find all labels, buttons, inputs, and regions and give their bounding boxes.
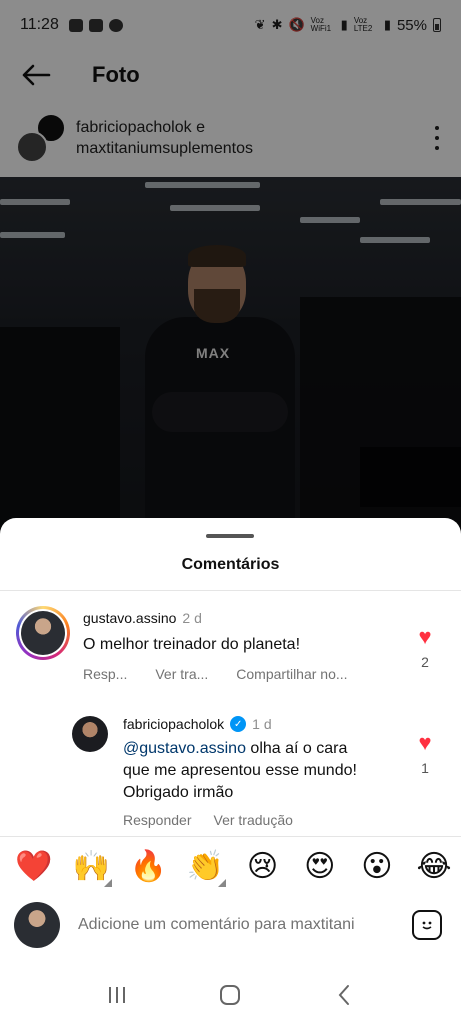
- reply-button[interactable]: Resp...: [83, 666, 127, 682]
- comment-text: @gustavo.assino olha aí o cara que me ap…: [123, 738, 423, 804]
- crying-face-emoji[interactable]: 😢: [243, 850, 283, 884]
- share-button[interactable]: Compartilhar no...: [236, 666, 347, 682]
- avatar: [14, 902, 60, 948]
- divider: [0, 836, 461, 837]
- comment-text-line: olha aí o cara: [245, 740, 348, 757]
- comment-text-line: Obrigado irmão: [123, 784, 234, 801]
- recent-apps-icon[interactable]: [97, 975, 137, 1015]
- comment-username[interactable]: fabriciopacholok: [123, 716, 224, 732]
- like-count: 1: [421, 760, 429, 776]
- tears-of-joy-emoji[interactable]: 😂: [414, 850, 454, 884]
- sheet-grabber[interactable]: [206, 534, 254, 538]
- modal-scrim[interactable]: [0, 0, 461, 540]
- reply-button[interactable]: Responder: [123, 812, 192, 828]
- translate-button[interactable]: Ver tradução: [214, 812, 293, 828]
- comment-text-line: que me apresentou esse mundo!: [123, 762, 357, 779]
- comments-sheet: Comentários gustavo.assino 2 d O melhor …: [0, 518, 461, 1024]
- quick-reactions: ❤️ 🙌 🔥 👏 😢 😍 😮 😂: [14, 850, 454, 884]
- surprised-face-emoji[interactable]: 😮: [357, 850, 397, 884]
- comment-composer: [14, 902, 450, 948]
- clapping-hands-emoji[interactable]: 👏: [185, 850, 225, 884]
- comments-title: Comentários: [181, 556, 280, 573]
- fire-emoji[interactable]: 🔥: [128, 850, 168, 884]
- translate-button[interactable]: Ver tra...: [155, 666, 208, 682]
- heart-eyes-emoji[interactable]: 😍: [300, 850, 340, 884]
- red-heart-emoji[interactable]: ❤️: [14, 850, 54, 884]
- raising-hands-emoji[interactable]: 🙌: [71, 850, 111, 884]
- comment-text: O melhor treinador do planeta!: [83, 636, 301, 653]
- avatar[interactable]: [72, 716, 108, 752]
- comment-time: 2 d: [182, 610, 202, 626]
- heart-icon[interactable]: ♥: [413, 732, 437, 754]
- mention-link[interactable]: @gustavo.assino: [123, 740, 246, 757]
- home-icon[interactable]: [210, 975, 250, 1015]
- back-icon[interactable]: [324, 975, 364, 1015]
- avatar[interactable]: [16, 606, 70, 660]
- sticker-icon[interactable]: [412, 910, 442, 940]
- comment-username[interactable]: gustavo.assino: [83, 610, 176, 626]
- comment-input[interactable]: [78, 916, 398, 934]
- system-nav-bar: [0, 966, 461, 1024]
- divider: [0, 590, 461, 591]
- heart-icon[interactable]: ♥: [413, 626, 437, 648]
- comment-time: 1 d: [252, 716, 272, 732]
- verified-badge-icon: ✓: [230, 716, 247, 732]
- like-count: 2: [421, 654, 429, 670]
